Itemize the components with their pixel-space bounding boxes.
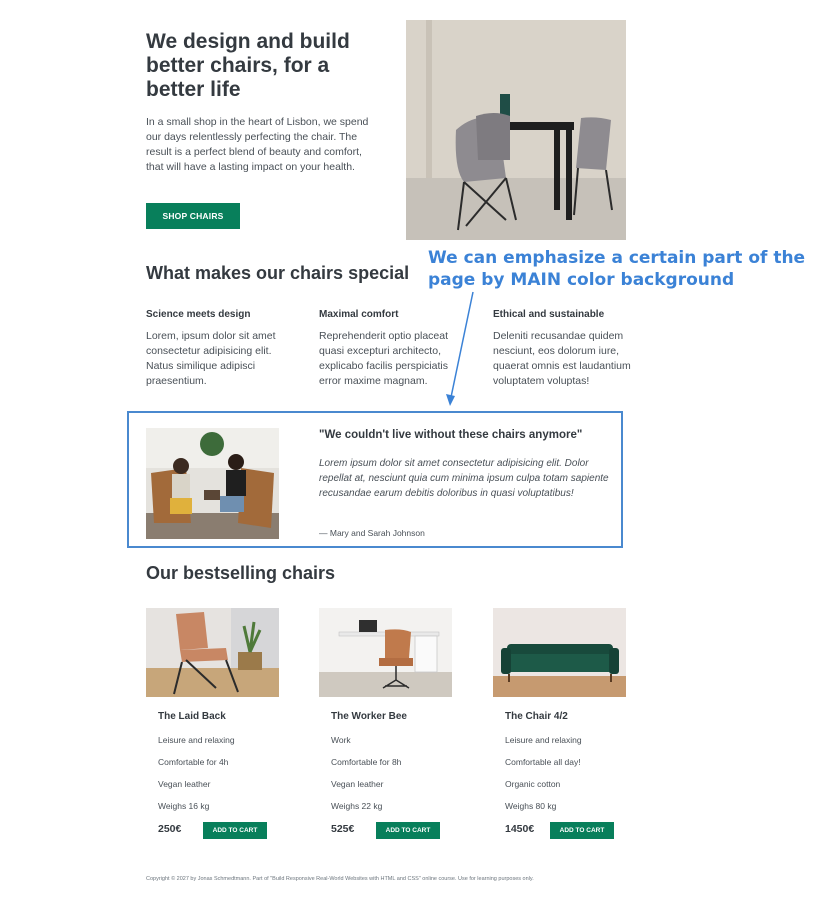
product-attribute: Organic cotton [505,779,561,789]
product-attribute: Leisure and relaxing [505,735,582,745]
features-title: What makes our chairs special [146,263,410,283]
hero-description: In a small shop in the heart of Lisbon, … [146,116,369,173]
product-attribute: Vegan leather [331,779,384,789]
product-image [146,608,279,697]
feature-comfort: Maximal comfort Reprehenderit optio plac… [319,309,459,389]
product-attribute: Comfortable for 8h [331,757,402,767]
hero-image [406,20,626,240]
feature-title: Maximal comfort [319,309,399,320]
product-attribute: Comfortable all day! [505,757,581,767]
feature-text: Reprehenderit optio placeat quasi except… [319,330,449,387]
bestsellers-title: Our bestselling chairs [146,563,336,583]
footer-copyright: Copyright © 2027 by Jonas Schmedtmann. P… [146,876,534,882]
testimonial-image [146,428,279,539]
feature-text: Deleniti recusandae quidem nesciunt, eos… [493,330,631,387]
annotation-text: We can emphasize a certain part of the p… [428,248,806,290]
product-price: 525€ [331,823,355,835]
product-card: The Chair 4/2 Leisure and relaxing Comfo… [493,608,626,848]
product-name: The Worker Bee [331,711,407,722]
add-to-cart-button[interactable]: ADD TO CART [376,822,440,839]
product-attribute: Leisure and relaxing [158,735,235,745]
product-attribute: Weighs 22 kg [331,801,383,811]
feature-science: Science meets design Lorem, ipsum dolor … [146,309,286,389]
product-card: The Worker Bee Work Comfortable for 8h V… [319,608,452,848]
product-attribute: Weighs 16 kg [158,801,210,811]
feature-title: Science meets design [146,309,251,320]
product-name: The Chair 4/2 [505,711,568,722]
testimonial-author: — Mary and Sarah Johnson [319,528,425,538]
product-price: 1450€ [505,823,535,835]
add-to-cart-button[interactable]: ADD TO CART [203,822,267,839]
testimonial-quote: "We couldn't live without these chairs a… [319,429,583,441]
product-image [493,608,626,697]
product-card: The Laid Back Leisure and relaxing Comfo… [146,608,279,848]
testimonial-text: Lorem ipsum dolor sit amet consectetur a… [319,458,609,499]
annotation-arrow [446,291,474,406]
product-attribute: Weighs 80 kg [505,801,557,811]
feature-text: Lorem, ipsum dolor sit amet consectetur … [146,330,276,387]
product-name: The Laid Back [158,711,226,722]
hero-title: We design and build better chairs, for a… [146,30,350,101]
product-image [319,608,452,697]
product-attribute: Work [331,735,351,745]
shop-chairs-button[interactable]: SHOP CHAIRS [146,203,240,229]
product-attribute: Comfortable for 4h [158,757,229,767]
add-to-cart-button[interactable]: ADD TO CART [550,822,614,839]
feature-title: Ethical and sustainable [493,309,605,320]
product-price: 250€ [158,823,182,835]
feature-ethical: Ethical and sustainable Deleniti recusan… [493,309,633,389]
product-attribute: Vegan leather [158,779,211,789]
